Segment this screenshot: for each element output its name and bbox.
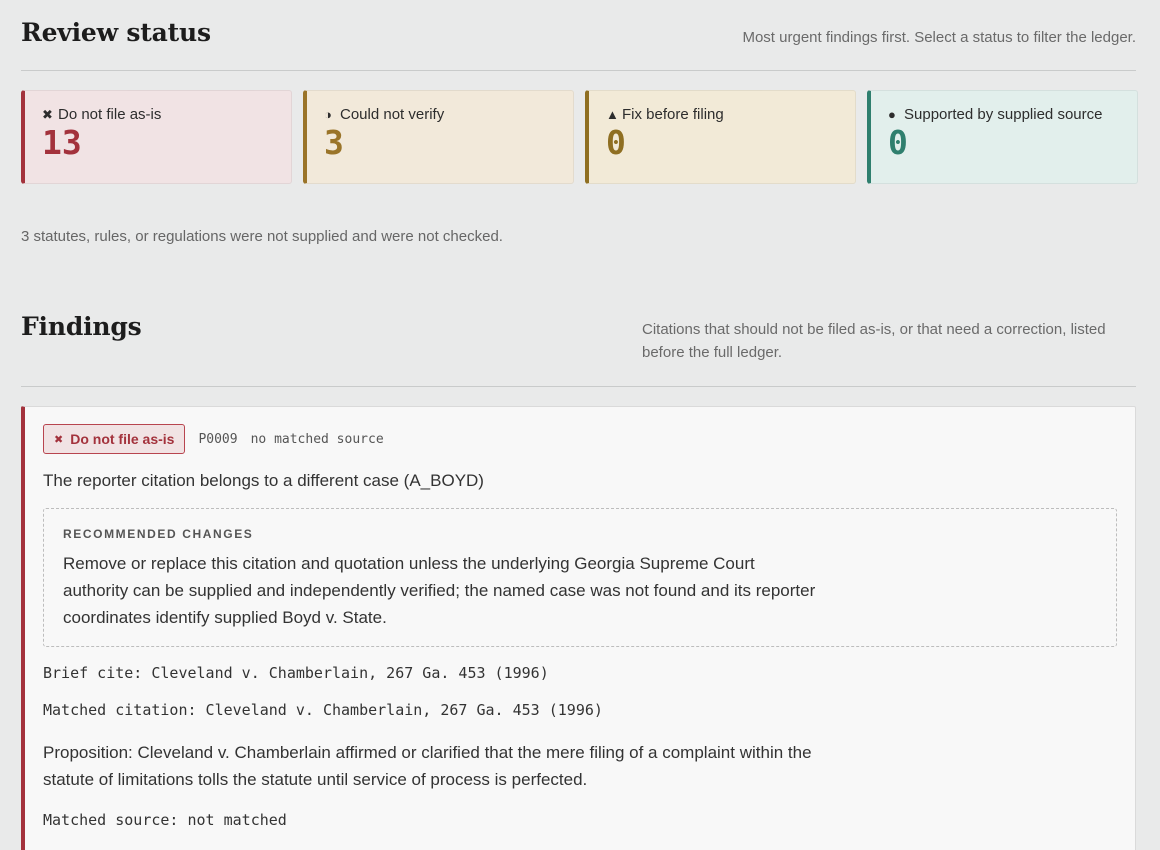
- status-card-do-not-file[interactable]: ✖ Do not file as-is 13: [21, 90, 292, 184]
- status-card-supported[interactable]: ● Supported by supplied source 0: [867, 90, 1138, 184]
- status-card-label-row: ▲ Fix before filing: [606, 106, 855, 123]
- matched-source: Matched source: not matched: [43, 811, 287, 829]
- recommended-changes: RECOMMENDED CHANGES Remove or replace th…: [43, 508, 1117, 647]
- status-card-fix-before-filing[interactable]: ▲ Fix before filing 0: [585, 90, 856, 184]
- status-card-count: 0: [888, 123, 908, 162]
- status-badge: ✖ Do not file as-is: [43, 424, 186, 454]
- recommended-changes-text: Remove or replace this citation and quot…: [63, 554, 816, 627]
- status-card-count: 3: [324, 123, 344, 162]
- review-status-title: Review status: [21, 18, 211, 47]
- dot-icon: ●: [888, 107, 896, 122]
- status-card-could-not-verify[interactable]: ◑ Could not verify 3: [303, 90, 574, 184]
- review-status-header: Review status Most urgent findings first…: [21, 0, 1136, 70]
- status-cards: ✖ Do not file as-is 13 ◑ Could not verif…: [21, 90, 1138, 184]
- divider: [21, 70, 1136, 71]
- matched-citation: Matched citation: Cleveland v. Chamberla…: [43, 701, 603, 719]
- status-card-label-row: ◑ Could not verify: [324, 106, 573, 123]
- brief-cite: Brief cite: Cleveland v. Chamberlain, 26…: [43, 664, 549, 682]
- status-card-count: 0: [606, 123, 626, 162]
- x-icon: ✖: [42, 106, 53, 122]
- findings-note: Citations that should not be filed as-is…: [642, 321, 1106, 361]
- status-card-label: Supported by supplied source: [904, 106, 1103, 123]
- divider: [21, 386, 1136, 387]
- x-icon: ✖: [54, 433, 64, 446]
- half-circle-icon: ◑: [324, 107, 332, 122]
- recommended-changes-label: RECOMMENDED CHANGES: [63, 527, 254, 541]
- triangle-icon: ▲: [606, 107, 619, 122]
- status-badge-label: Do not file as-is: [70, 431, 175, 447]
- status-card-label: Fix before filing: [622, 106, 724, 123]
- finding-source-state: no matched source: [250, 431, 384, 447]
- proposition: Proposition: Cleveland v. Chamberlain af…: [43, 743, 812, 789]
- finding-id: P0009: [198, 431, 238, 447]
- status-card-label: Could not verify: [340, 106, 445, 123]
- status-card-label-row: ● Supported by supplied source: [888, 106, 1137, 123]
- status-card-label: Do not file as-is: [58, 106, 162, 123]
- review-status-note: Most urgent findings first. Select a sta…: [742, 29, 1136, 46]
- finding-summary: The reporter citation belongs to a diffe…: [43, 471, 484, 490]
- status-card-label-row: ✖ Do not file as-is: [42, 106, 291, 123]
- finding-meta: ✖ Do not file as-is P0009 no matched sou…: [43, 424, 1135, 454]
- findings-title: Findings: [21, 312, 142, 341]
- status-card-count: 13: [42, 123, 82, 162]
- review-page: Review status Most urgent findings first…: [0, 0, 1160, 850]
- not-checked-note: 3 statutes, rules, or regulations were n…: [21, 228, 503, 245]
- finding-card: ✖ Do not file as-is P0009 no matched sou…: [21, 406, 1136, 850]
- findings-header: Findings Citations that should not be fi…: [21, 312, 1136, 386]
